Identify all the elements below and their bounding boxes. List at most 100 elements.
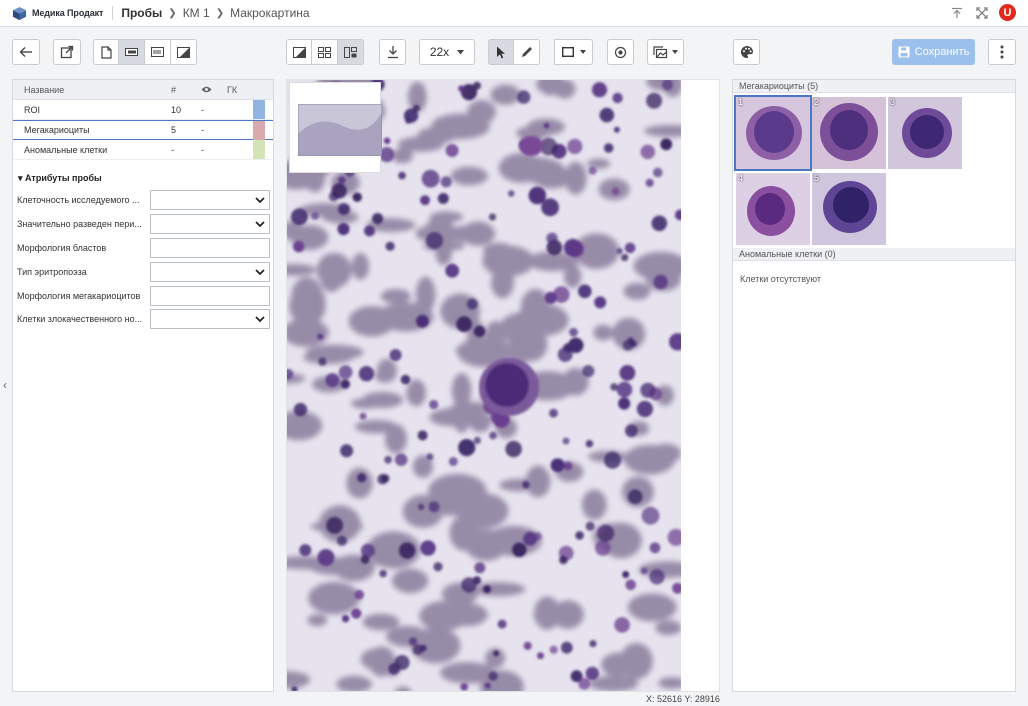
dilution-select[interactable] <box>150 214 270 234</box>
chevron-down-icon <box>255 269 265 276</box>
contrast-view-button[interactable] <box>171 39 197 65</box>
malignant-cells-select[interactable] <box>150 309 270 329</box>
cell-thumbnail-5[interactable]: 5 <box>812 173 886 245</box>
attr-row-malignant-cells: Клетки злокачественного но... <box>13 309 275 329</box>
download-icon <box>387 46 398 59</box>
breadcrumb-item-probes[interactable]: Пробы <box>121 6 162 20</box>
caret-down-icon <box>579 50 586 54</box>
cell-thumbnail-2[interactable]: 2 <box>812 97 886 169</box>
table-row-abnormal-cells[interactable]: Аномальные клетки - - <box>13 140 273 160</box>
color-swatch[interactable] <box>253 100 265 119</box>
thumbnail-number: 3 <box>890 97 896 107</box>
cursor-coordinates: X: 52616 Y: 28916 <box>646 694 720 704</box>
image-export-button[interactable] <box>647 39 684 65</box>
draw-tool-button[interactable] <box>514 39 540 65</box>
erythropoiesis-select[interactable] <box>150 262 270 282</box>
rectangle-tool-button[interactable] <box>554 39 593 65</box>
compare-icon <box>344 46 357 58</box>
single-view-button[interactable] <box>286 39 312 65</box>
user-avatar[interactable]: U <box>999 4 1016 21</box>
table-row-megakaryocytes[interactable]: Мегакариоциты 5 - <box>13 120 273 140</box>
cellularity-select[interactable] <box>150 190 270 210</box>
slide-view-button[interactable] <box>119 39 145 65</box>
target-button[interactable] <box>607 39 634 65</box>
document-icon <box>100 45 112 59</box>
shape-tool-group <box>554 39 593 65</box>
grid-view-button[interactable] <box>312 39 338 65</box>
cell-thumbnail-1[interactable]: 1 <box>734 95 812 171</box>
thumbnail-number: 1 <box>738 97 744 107</box>
attributes-title: Атрибуты пробы <box>25 173 102 183</box>
chevron-right-icon: ❯ <box>215 7 225 19</box>
external-link-icon <box>60 45 74 59</box>
column-header-gk: ГК <box>227 84 238 95</box>
megakaryocyte-morphology-input[interactable] <box>150 286 270 306</box>
table-row-roi[interactable]: ROI 10 - <box>13 100 273 120</box>
layout-toggle-group <box>93 39 197 65</box>
tool-group <box>488 39 540 65</box>
row-name: ROI <box>24 104 41 115</box>
attributes-section-toggle[interactable]: ▾ Атрибуты пробы <box>18 173 273 184</box>
fullscreen-icon[interactable] <box>974 5 990 21</box>
breadcrumb-item-km1[interactable]: КМ 1 <box>183 6 210 20</box>
logo-text: Медика Продакт <box>32 8 104 18</box>
row-visibility[interactable]: - <box>201 145 227 155</box>
back-button[interactable] <box>12 39 40 65</box>
attr-label: Клеточность исследуемого ... <box>17 195 140 205</box>
color-swatch[interactable] <box>253 121 265 140</box>
save-button-label: Сохранить <box>914 46 970 58</box>
chevron-down-icon <box>255 316 265 323</box>
arrow-left-icon <box>19 47 32 57</box>
column-header-count: # <box>171 84 177 95</box>
thumbnail-number: 4 <box>738 173 744 183</box>
select-tool-button[interactable] <box>488 39 514 65</box>
annotations-table-header: Название # ГК <box>13 80 273 100</box>
row-visibility[interactable]: - <box>201 125 227 135</box>
page-view-button[interactable] <box>93 39 119 65</box>
attr-row-blast-morphology: Морфология бластов <box>13 238 275 258</box>
eye-icon[interactable] <box>201 85 227 95</box>
breadcrumb-item-current: Макрокартина <box>230 6 310 20</box>
row-count: 10 <box>171 104 182 115</box>
cell-thumbnail-image <box>812 173 886 245</box>
pin-top-icon[interactable] <box>949 5 965 21</box>
palette-icon <box>740 46 753 58</box>
contrast-icon <box>292 46 306 58</box>
save-button[interactable]: Сохранить <box>892 39 975 65</box>
megakaryocyte-cell[interactable] <box>479 358 539 416</box>
caret-down-icon: ▾ <box>18 173 23 183</box>
more-options-button[interactable] <box>988 39 1016 65</box>
attr-label: Тип эритропоэза <box>17 267 87 277</box>
image-icon <box>653 45 668 58</box>
thumbnail-number: 2 <box>814 97 820 107</box>
slide-viewer[interactable] <box>286 79 720 692</box>
more-vertical-icon <box>1000 45 1004 59</box>
abnormal-cells-section-header: Аномальные клетки (0) <box>733 248 1015 261</box>
contrast-icon <box>177 46 190 58</box>
row-visibility[interactable]: - <box>201 105 227 115</box>
empty-state-message: Клетки отсутствуют <box>740 274 822 284</box>
blast-morphology-input[interactable] <box>150 238 270 258</box>
logo[interactable]: Медика Продакт <box>12 0 103 27</box>
barcode-view-button[interactable] <box>145 39 171 65</box>
palette-button[interactable] <box>733 39 760 65</box>
row-count: 5 <box>171 125 177 135</box>
minimap[interactable] <box>289 82 382 173</box>
cell-thumbnail-3[interactable]: 3 <box>888 97 962 169</box>
download-button[interactable] <box>379 39 406 65</box>
cell-thumbnail-4[interactable]: 4 <box>736 173 810 245</box>
open-external-button[interactable] <box>53 39 81 65</box>
zoom-select[interactable]: 22x <box>419 39 475 65</box>
caret-down-icon <box>457 49 465 54</box>
color-swatch[interactable] <box>253 140 265 159</box>
compare-view-button[interactable] <box>338 39 364 65</box>
pencil-icon <box>521 47 532 57</box>
column-header-name: Название <box>24 84 65 95</box>
cursor-icon <box>497 46 505 58</box>
header-divider <box>112 6 114 20</box>
grid-icon <box>318 46 331 58</box>
left-panel: Название # ГК ROI 10 - Мегакариоциты 5 -… <box>12 79 274 692</box>
collapse-panel-icon[interactable]: ‹ <box>3 378 7 392</box>
attr-row-dilution: Значительно разведен пери... <box>13 214 275 234</box>
chevron-down-icon <box>255 197 265 204</box>
